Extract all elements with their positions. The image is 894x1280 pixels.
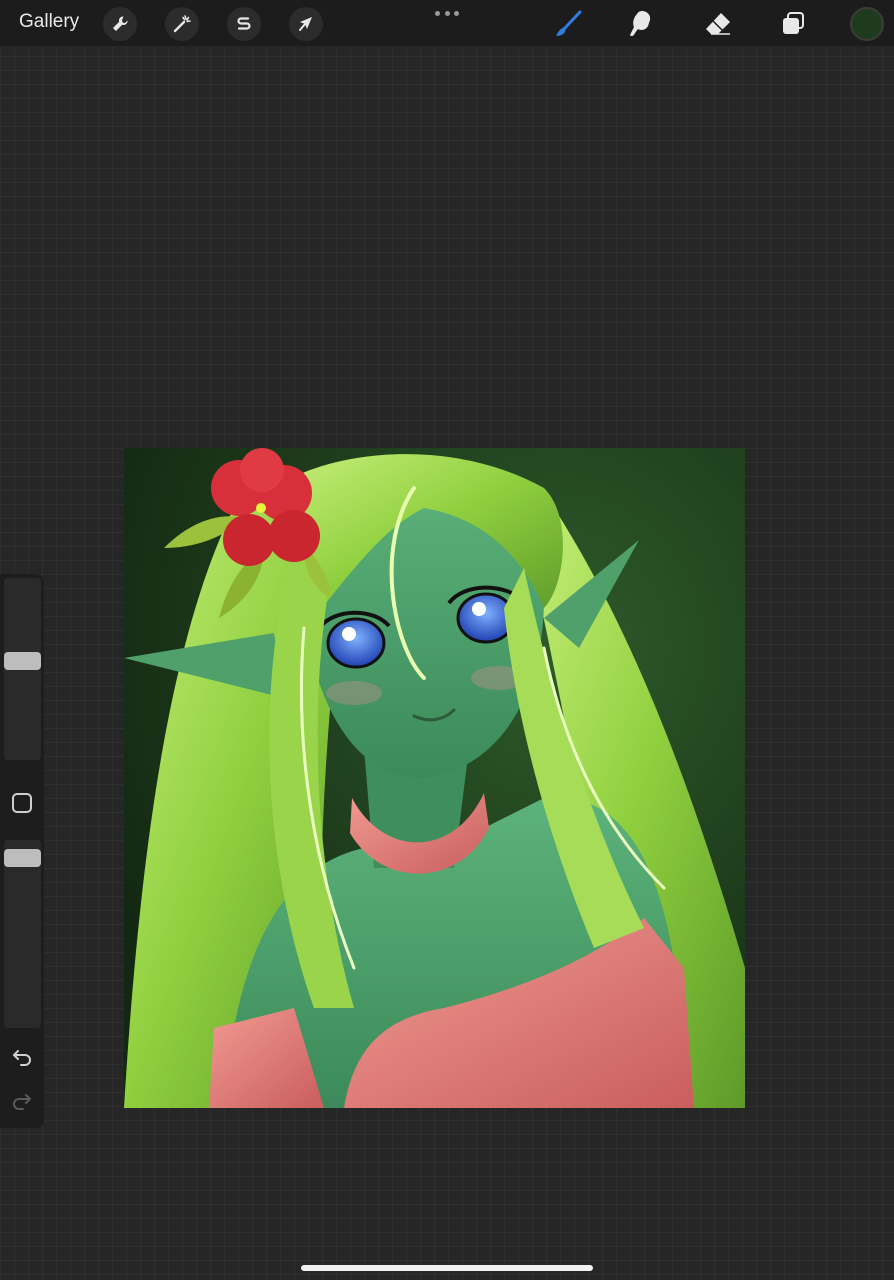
selection-s-icon <box>237 17 251 30</box>
drawing-canvas[interactable] <box>124 448 745 1108</box>
top-toolbar: Gallery <box>0 0 894 46</box>
gallery-button[interactable]: Gallery <box>19 11 79 33</box>
brush-size-slider[interactable] <box>4 578 41 760</box>
adjustments-button[interactable] <box>165 7 199 41</box>
wrench-icon <box>113 16 128 31</box>
selection-button[interactable] <box>227 7 261 41</box>
layers-icon <box>783 12 804 34</box>
brush-tool-button[interactable] <box>550 6 586 42</box>
color-picker-swatch[interactable] <box>850 7 884 41</box>
opacity-thumb[interactable] <box>4 849 41 867</box>
redo-button[interactable] <box>10 1088 34 1112</box>
eraser-icon <box>706 13 730 35</box>
layers-button[interactable] <box>775 6 811 42</box>
elf-girl-illustration <box>124 448 745 1108</box>
redo-icon <box>13 1094 31 1110</box>
smudge-tool-button[interactable] <box>624 6 660 42</box>
more-dots-icon[interactable] <box>435 8 459 18</box>
arrow-cursor-icon <box>299 17 312 31</box>
magic-wand-icon <box>173 15 191 33</box>
smudge-icon <box>630 11 651 37</box>
undo-button[interactable] <box>10 1044 34 1068</box>
opacity-slider[interactable] <box>4 840 41 1028</box>
left-sidebar <box>0 574 44 1128</box>
undo-icon <box>13 1050 31 1066</box>
brush-icon <box>556 10 582 36</box>
eraser-tool-button[interactable] <box>700 6 736 42</box>
actions-button[interactable] <box>103 7 137 41</box>
brush-size-thumb[interactable] <box>4 652 41 670</box>
home-indicator[interactable] <box>301 1265 593 1271</box>
square-modify-icon[interactable] <box>12 793 32 813</box>
transform-button[interactable] <box>289 7 323 41</box>
